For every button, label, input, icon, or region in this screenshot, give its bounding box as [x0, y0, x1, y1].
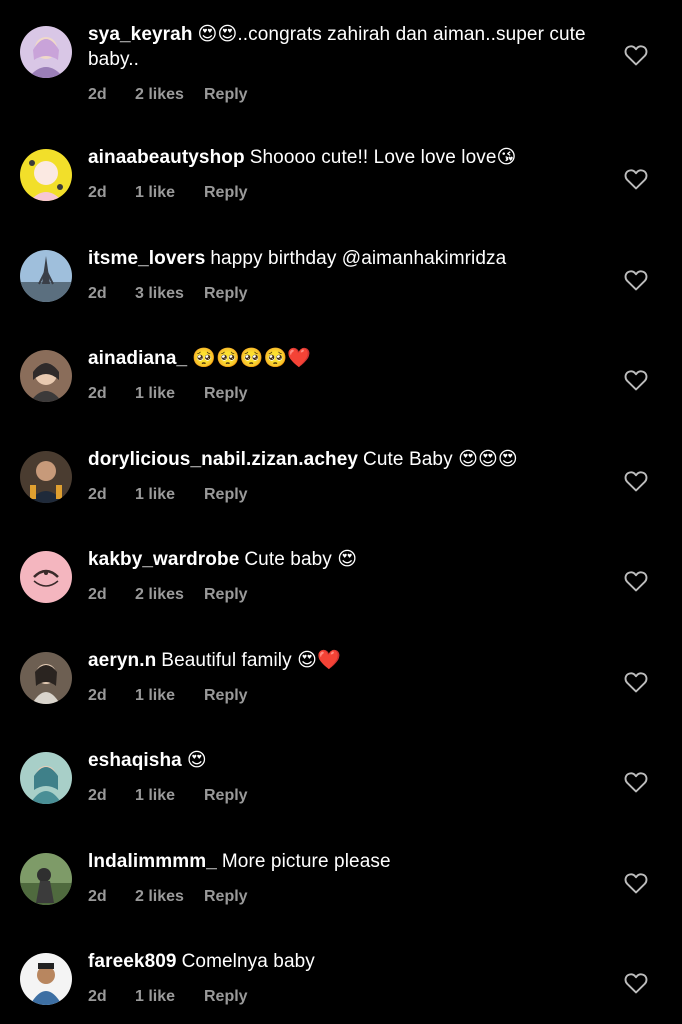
heart-outline-icon[interactable] — [624, 872, 648, 894]
reply-button[interactable]: Reply — [204, 988, 248, 1006]
comment-body: Cute Baby — [363, 449, 453, 470]
avatar[interactable] — [20, 853, 72, 905]
comment-text: sya_keyrah 😍😍..congrats zahirah dan aiman… — [88, 22, 603, 72]
comment-likes[interactable]: 2 likes — [135, 888, 204, 906]
avatar[interactable] — [20, 953, 72, 1005]
comment-text: aeryn.n Beautiful family 😍❤️ — [88, 648, 603, 673]
heart-outline-icon[interactable] — [624, 470, 648, 492]
comment-username[interactable]: sya_keyrah — [88, 24, 193, 45]
heart-outline-icon[interactable] — [624, 44, 648, 66]
reply-button[interactable]: Reply — [204, 687, 248, 705]
comment-emoji: 😍 — [186, 750, 207, 771]
reply-button[interactable]: Reply — [204, 586, 248, 604]
comment-meta: 2d 1 like Reply — [88, 687, 603, 705]
comment-meta: 2d 2 likes Reply — [88, 888, 603, 906]
comment-meta: 2d 2 likes Reply — [88, 586, 603, 604]
comment-text: fareek809 Comelnya baby — [88, 949, 603, 974]
comment-likes[interactable]: 1 like — [135, 988, 204, 1006]
comment-body: Cute baby — [244, 549, 332, 570]
comment-text: dorylicious_nabil.zizan.achey Cute Baby 😍… — [88, 447, 603, 472]
comment-text: lndalimmmm_ More picture please — [88, 849, 603, 874]
comment-meta: 2d 1 like Reply — [88, 184, 603, 202]
comment-username[interactable]: aeryn.n — [88, 650, 156, 671]
reply-button[interactable]: Reply — [204, 888, 248, 906]
avatar[interactable] — [20, 652, 72, 704]
comment-emoji: 😍😍😍 — [458, 449, 518, 470]
comment-username[interactable]: fareek809 — [88, 951, 177, 972]
avatar[interactable] — [20, 350, 72, 402]
comment-likes[interactable]: 1 like — [135, 787, 204, 805]
comment-likes[interactable]: 1 like — [135, 184, 204, 202]
comment-timestamp: 2d — [88, 687, 107, 704]
comment-timestamp: 2d — [88, 586, 107, 603]
comment-text: ainaabeautyshop Shoooo cute!! Love love l… — [88, 145, 603, 170]
comment-likes[interactable]: 1 like — [135, 385, 204, 403]
comment-meta: 2d 1 like Reply — [88, 787, 603, 805]
avatar[interactable] — [20, 551, 72, 603]
comment-timestamp: 2d — [88, 285, 107, 302]
comment-username[interactable]: itsme_lovers — [88, 248, 205, 269]
comment-text: itsme_lovers happy birthday @aimanhakimri… — [88, 246, 603, 271]
comment-timestamp: 2d — [88, 385, 107, 402]
comment-timestamp: 2d — [88, 184, 107, 201]
comment-text: kakby_wardrobe Cute baby 😍 — [88, 547, 603, 572]
comment-username[interactable]: kakby_wardrobe — [88, 549, 239, 570]
comment-text: ainadiana_ 🥺🥺🥺🥺❤️ — [88, 346, 603, 371]
avatar[interactable] — [20, 250, 72, 302]
heart-outline-icon[interactable] — [624, 168, 648, 190]
comment-emoji: 🥺🥺🥺🥺❤️ — [192, 348, 312, 369]
comment-body: Comelnya baby — [181, 951, 315, 972]
avatar[interactable] — [20, 451, 72, 503]
heart-outline-icon[interactable] — [624, 671, 648, 693]
comment-timestamp: 2d — [88, 988, 107, 1005]
comment-body: More picture please — [221, 851, 391, 872]
comment-timestamp: 2d — [88, 86, 107, 103]
comment-username[interactable]: lndalimmmm_ — [88, 851, 217, 872]
comment-likes[interactable]: 2 likes — [135, 586, 204, 604]
comment-emoji: 😍😍 — [197, 24, 238, 45]
comment-likes[interactable]: 2 likes — [135, 86, 204, 104]
avatar[interactable] — [20, 752, 72, 804]
comment-body: Beautiful family — [161, 650, 292, 671]
comment-emoji: 😍❤️ — [297, 650, 341, 671]
heart-outline-icon[interactable] — [624, 369, 648, 391]
comment-body: Shoooo cute!! Love love love — [249, 147, 497, 168]
heart-outline-icon[interactable] — [624, 570, 648, 592]
reply-button[interactable]: Reply — [204, 86, 248, 104]
comment-username[interactable]: ainaabeautyshop — [88, 147, 245, 168]
comment-likes[interactable]: 3 likes — [135, 285, 204, 303]
heart-outline-icon[interactable] — [624, 269, 648, 291]
reply-button[interactable]: Reply — [204, 285, 248, 303]
comment-body: happy birthday @aimanhakimridza — [210, 248, 507, 269]
heart-outline-icon[interactable] — [624, 771, 648, 793]
comment-likes[interactable]: 1 like — [135, 687, 204, 705]
reply-button[interactable]: Reply — [204, 486, 248, 504]
comment-emoji: 😘 — [496, 147, 517, 168]
comment-timestamp: 2d — [88, 486, 107, 503]
reply-button[interactable]: Reply — [204, 184, 248, 202]
avatar[interactable] — [20, 149, 72, 201]
comment-meta: 2d 2 likes Reply — [88, 86, 603, 104]
comments-list: sya_keyrah 😍😍..congrats zahirah dan aiman… — [0, 0, 682, 1024]
heart-outline-icon[interactable] — [624, 972, 648, 994]
comment-text: eshaqisha 😍 — [88, 748, 603, 773]
comment-likes[interactable]: 1 like — [135, 486, 204, 504]
comment-meta: 2d 1 like Reply — [88, 486, 603, 504]
comment-username[interactable]: dorylicious_nabil.zizan.achey — [88, 449, 358, 470]
comment-meta: 2d 1 like Reply — [88, 385, 603, 403]
reply-button[interactable]: Reply — [204, 385, 248, 403]
comment-meta: 2d 1 like Reply — [88, 988, 603, 1006]
comment-meta: 2d 3 likes Reply — [88, 285, 603, 303]
comment-emoji: 😍 — [337, 549, 358, 570]
reply-button[interactable]: Reply — [204, 787, 248, 805]
avatar[interactable] — [20, 26, 72, 78]
comment-username[interactable]: ainadiana_ — [88, 348, 187, 369]
comment-timestamp: 2d — [88, 888, 107, 905]
comment-timestamp: 2d — [88, 787, 107, 804]
comment-username[interactable]: eshaqisha — [88, 750, 182, 771]
